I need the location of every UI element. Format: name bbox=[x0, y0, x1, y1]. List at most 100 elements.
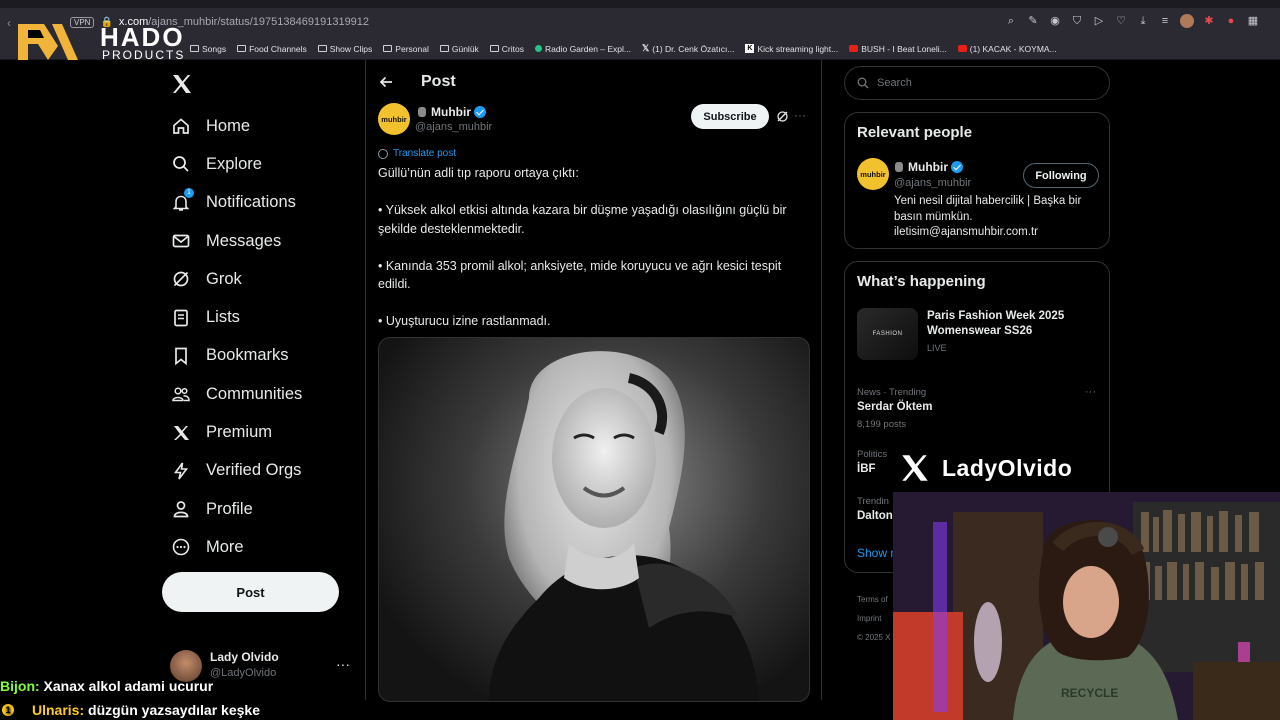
trend-more-icon[interactable]: ··· bbox=[1085, 386, 1096, 398]
bookmark-label: Radio Garden – Expl... bbox=[545, 43, 631, 54]
camera-icon[interactable]: ◉ bbox=[1048, 14, 1062, 28]
bookmark-item[interactable]: Radio Garden – Expl... bbox=[535, 44, 631, 54]
bookmark-item[interactable]: Günlük bbox=[439, 44, 479, 54]
sidebar-item-communities[interactable]: Communities bbox=[170, 375, 302, 413]
globe-icon bbox=[378, 148, 388, 159]
trend-name[interactable]: Serdar Öktem bbox=[857, 401, 932, 413]
verified-badge-icon bbox=[474, 106, 486, 118]
zoom-icon[interactable]: ⌕ bbox=[1004, 14, 1018, 28]
x-logo-icon bbox=[902, 455, 928, 481]
featured-trend-title[interactable]: Paris Fashion Week 2025 Womenswear SS26 bbox=[927, 309, 1097, 339]
author-name-row[interactable]: Muhbir bbox=[418, 105, 486, 119]
trend-name[interactable]: Dalton bbox=[857, 510, 893, 522]
sidebar-item-lists[interactable]: Lists bbox=[170, 298, 302, 336]
bookmark-item[interactable]: BUSH - I Beat Loneli... bbox=[849, 44, 947, 54]
sidebar-item-profile[interactable]: Profile bbox=[170, 490, 302, 528]
play-icon[interactable]: ▷ bbox=[1092, 14, 1106, 28]
profile-avatar-icon[interactable] bbox=[1180, 14, 1194, 28]
back-arrow-icon[interactable] bbox=[378, 74, 394, 90]
post-button[interactable]: Post bbox=[162, 572, 339, 612]
x-logo-icon[interactable] bbox=[170, 72, 194, 96]
post-paragraph: Güllü’nün adli tıp raporu ortaya çıktı: bbox=[378, 166, 579, 180]
footer-link[interactable]: Imprint bbox=[857, 609, 890, 628]
post-paragraph: • Yüksek alkol etkisi altında kazara bir… bbox=[378, 203, 787, 236]
chat-badge-icon: 1 bbox=[2, 704, 14, 716]
chat-message: Bijon: Xanax alkol adami ucurur bbox=[0, 674, 260, 698]
relevant-name-row[interactable]: Muhbir bbox=[895, 160, 963, 174]
bookmark-item[interactable]: K Kick streaming light... bbox=[745, 44, 838, 54]
bookmark-item[interactable]: Personal bbox=[383, 44, 429, 54]
post-photo[interactable] bbox=[378, 337, 810, 702]
menu-icon[interactable]: ≡ bbox=[1158, 14, 1172, 28]
microphone-icon bbox=[418, 107, 426, 117]
address-bar[interactable]: VPN 🔒 x.com/ajans_muhbir/status/19751384… bbox=[70, 11, 970, 33]
bookmark-item[interactable]: 𝕏 (1) Dr. Cenk Özatıcı... bbox=[642, 43, 734, 54]
post-text: Güllü’nün adli tıp raporu ortaya çıktı: •… bbox=[378, 164, 810, 349]
extension-icon[interactable]: ✱ bbox=[1202, 14, 1216, 28]
search-icon bbox=[170, 153, 192, 175]
chat-text: düzgün yazsaydılar keşke bbox=[88, 702, 260, 718]
search-placeholder: Search bbox=[877, 77, 912, 89]
hado-mark-icon bbox=[18, 24, 78, 60]
relevant-avatar[interactable]: muhbir bbox=[857, 158, 889, 190]
footer-link[interactable]: Terms of bbox=[857, 590, 890, 609]
following-button[interactable]: Following bbox=[1023, 163, 1099, 188]
more-dots-icon[interactable]: ··· bbox=[336, 656, 350, 672]
main-column: Post muhbir Muhbir @ajans_muhbir Subscri… bbox=[365, 60, 822, 702]
webcam-feed: RECYCLE bbox=[893, 492, 1280, 720]
puzzle-icon[interactable]: ▦ bbox=[1246, 14, 1260, 28]
sidebar-item-premium[interactable]: Premium bbox=[170, 413, 302, 451]
author-handle[interactable]: @ajans_muhbir bbox=[415, 121, 492, 133]
sidebar-item-messages[interactable]: Messages bbox=[170, 222, 302, 260]
sidebar-item-notifications[interactable]: 1 Notifications bbox=[170, 184, 302, 222]
bookmark-item[interactable]: Food Channels bbox=[237, 44, 307, 54]
translate-post-link[interactable]: Translate post bbox=[378, 148, 456, 159]
sidebar-item-label: More bbox=[206, 537, 244, 556]
stream-brand-name: LadyOlvido bbox=[942, 454, 1073, 481]
sidebar-item-explore[interactable]: Explore bbox=[170, 145, 302, 183]
relevant-people-title: Relevant people bbox=[857, 124, 973, 141]
sidebar-item-label: Grok bbox=[206, 269, 242, 288]
mail-icon bbox=[170, 230, 192, 252]
sidebar-item-label: Home bbox=[206, 116, 251, 135]
chat-text: Xanax alkol adami ucurur bbox=[43, 678, 214, 694]
toolbar-icons: ⌕ ✎ ◉ ⛉ ▷ ♡ ⤓ ≡ ✱ ● ▦ bbox=[1004, 14, 1260, 28]
sidebar-item-more[interactable]: More bbox=[170, 528, 302, 566]
trend-meta: Politics bbox=[857, 449, 888, 460]
grok-icon[interactable] bbox=[776, 110, 789, 123]
page-title: Post bbox=[421, 73, 456, 90]
trend-name[interactable]: İBF bbox=[857, 463, 876, 475]
edit-icon[interactable]: ✎ bbox=[1026, 14, 1040, 28]
sidebar-item-verified-orgs[interactable]: Verified Orgs bbox=[170, 452, 302, 490]
sidebar-item-label: Profile bbox=[206, 499, 253, 518]
bookmark-item[interactable]: Show Clips bbox=[317, 44, 372, 54]
bookmark-item[interactable]: Critos bbox=[489, 44, 524, 54]
kick-icon: K bbox=[745, 44, 755, 53]
download-icon[interactable]: ⤓ bbox=[1136, 14, 1150, 28]
chat-username: Ulnaris: bbox=[32, 702, 85, 718]
account-name: Lady Olvido bbox=[210, 650, 279, 664]
search-input[interactable]: Search bbox=[844, 66, 1110, 100]
footer-copyright: © 2025 X bbox=[857, 633, 891, 642]
bookmark-item[interactable]: Songs bbox=[190, 44, 226, 54]
post-more-icon[interactable]: ··· bbox=[794, 108, 806, 122]
bookmark-item[interactable]: (1) KACAK - KOYMA... bbox=[957, 44, 1057, 54]
chat-message: 1 Ulnaris: düzgün yazsaydılar keşke bbox=[0, 698, 260, 720]
browser-tab-strip bbox=[0, 0, 1280, 8]
author-name: Muhbir bbox=[431, 105, 471, 119]
trend-thumbnail[interactable]: FASHION bbox=[857, 308, 918, 360]
sidebar-item-grok[interactable]: Grok bbox=[170, 260, 302, 298]
relevant-bio: Yeni nesil dijital habercilik | Başka bi… bbox=[894, 195, 1082, 238]
folder-icon bbox=[489, 45, 499, 52]
author-avatar[interactable]: muhbir bbox=[378, 103, 410, 135]
subscribe-button[interactable]: Subscribe bbox=[691, 104, 769, 129]
relevant-handle[interactable]: @ajans_muhbir bbox=[894, 177, 971, 189]
primary-nav: Home Explore 1 Notifications Messages Grok Lis… bbox=[170, 107, 302, 567]
sidebar-item-home[interactable]: Home bbox=[170, 107, 302, 145]
record-icon[interactable]: ● bbox=[1224, 14, 1238, 28]
folder-icon bbox=[317, 45, 327, 52]
shield-icon[interactable]: ⛉ bbox=[1070, 14, 1084, 28]
heart-icon[interactable]: ♡ bbox=[1114, 14, 1128, 28]
sidebar-item-bookmarks[interactable]: Bookmarks bbox=[170, 337, 302, 375]
folder-icon bbox=[237, 45, 247, 52]
